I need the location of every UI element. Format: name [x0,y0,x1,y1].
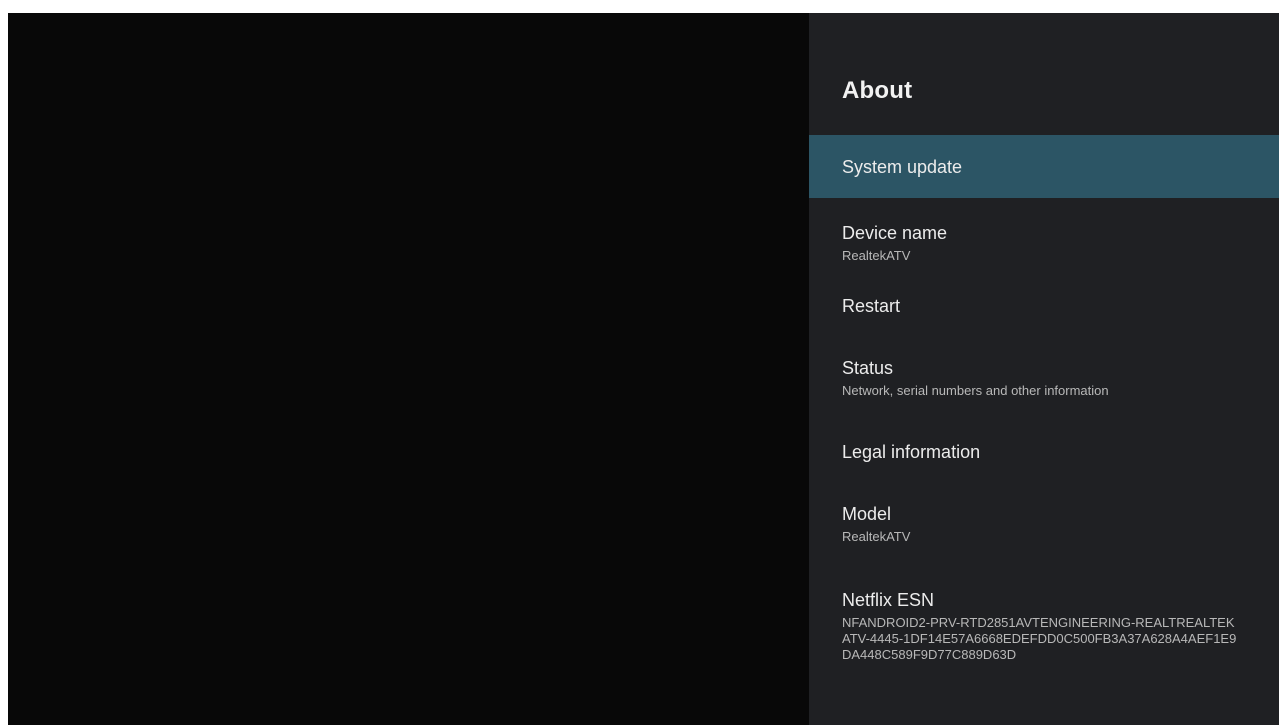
menu-item-title: Netflix ESN [842,590,935,610]
menu-item-model[interactable]: Model RealtekATV [809,493,1279,583]
menu-item-title: Device name [842,223,948,243]
menu-item-subtitle: Network, serial numbers and other inform… [842,383,1109,398]
menu-item-title: Model [842,504,892,524]
menu-item-restart[interactable]: Restart [809,285,1279,347]
menu-item-title: Restart [842,296,901,316]
menu-item-subtitle: RealtekATV [842,248,911,263]
menu-item-title: Legal information [842,442,981,462]
settings-panel: About System update Device name RealtekA… [809,13,1279,725]
menu-item-netflix-esn[interactable]: Netflix ESN NFANDROID2-PRV-RTD2851AVTENG… [809,583,1279,683]
about-menu: System update Device name RealtekATV Res… [809,135,1279,683]
menu-item-device-name[interactable]: Device name RealtekATV [809,198,1279,285]
menu-item-system-update[interactable]: System update [809,135,1279,198]
menu-item-subtitle: RealtekATV [842,529,911,544]
page-title: About [842,77,913,104]
menu-item-status[interactable]: Status Network, serial numbers and other… [809,347,1279,433]
menu-item-legal-information[interactable]: Legal information [809,433,1279,493]
menu-item-title: Status [842,358,894,378]
menu-item-title: System update [842,157,963,177]
menu-item-subtitle: NFANDROID2-PRV-RTD2851AVTENGINEERING-REA… [842,615,1237,662]
